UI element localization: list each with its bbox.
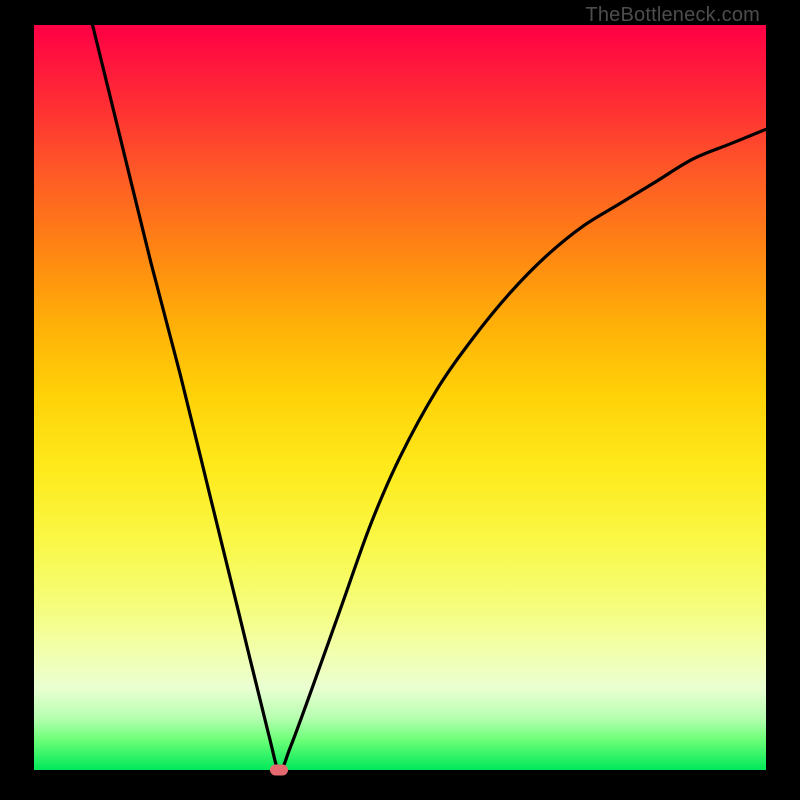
optimal-point-marker [270,765,288,776]
bottleneck-curve [34,25,766,770]
plot-area [34,25,766,770]
watermark-text: TheBottleneck.com [585,4,760,27]
chart-frame: TheBottleneck.com [0,0,800,800]
